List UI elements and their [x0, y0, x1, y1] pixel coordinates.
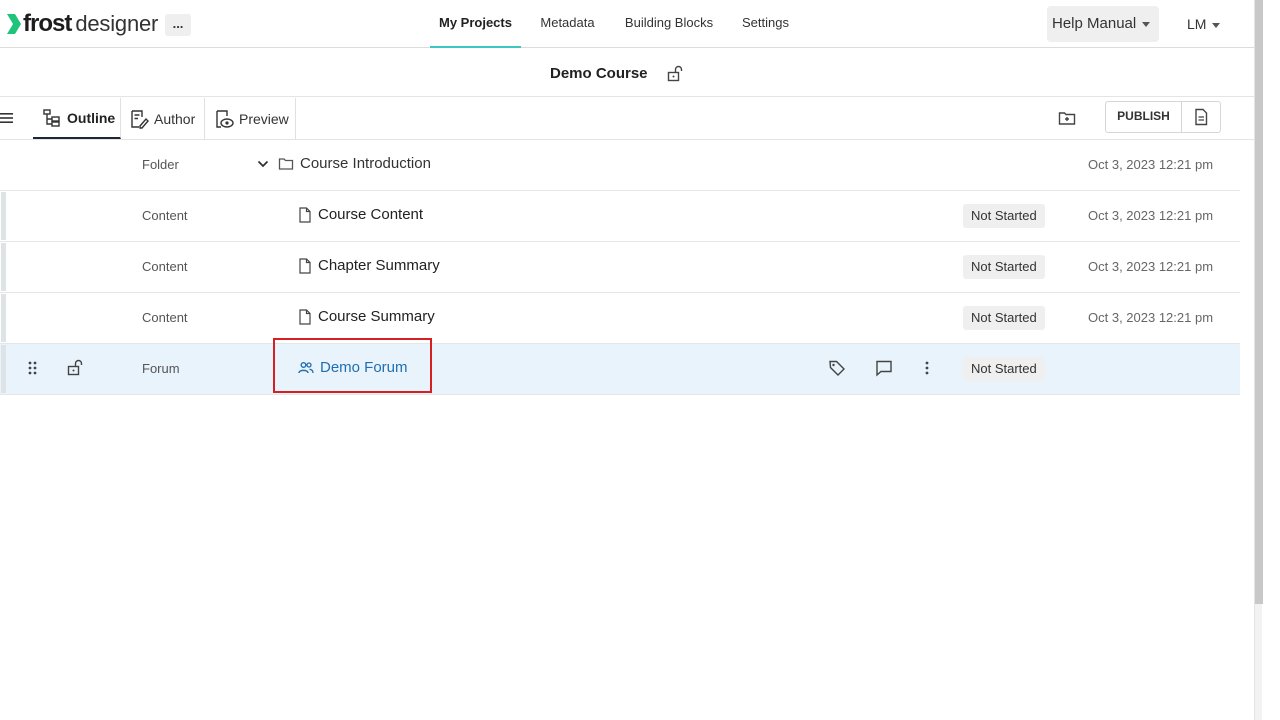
top-bar: frost designer ... My Projects Metadata …: [0, 0, 1254, 48]
frost-designer-logo[interactable]: frost designer: [6, 10, 158, 38]
page-scrollbar[interactable]: [1254, 0, 1263, 720]
tab-preview[interactable]: Preview: [205, 98, 296, 139]
unlock-icon[interactable]: [66, 359, 84, 377]
item-name[interactable]: Course Summary: [298, 308, 435, 325]
unlock-icon[interactable]: [666, 65, 684, 83]
nav-settings[interactable]: Settings: [733, 0, 798, 48]
more-vertical-icon[interactable]: [918, 359, 936, 377]
status-badge: Not Started: [963, 255, 1045, 279]
status-badge: Not Started: [963, 306, 1045, 330]
help-manual-label: Help Manual: [1052, 15, 1137, 32]
help-manual-dropdown[interactable]: Help Manual: [1047, 6, 1159, 42]
item-name-label: Course Introduction: [300, 155, 431, 172]
tab-outline-label: Outline: [67, 109, 116, 126]
course-title: Demo Course: [550, 65, 648, 82]
user-initials: LM: [1187, 16, 1207, 32]
outline-row-forum[interactable]: Forum Demo Forum Not Started: [0, 344, 1240, 395]
chevron-down-icon[interactable]: [256, 157, 270, 171]
scrollbar-thumb[interactable]: [1255, 0, 1263, 604]
tab-preview-label: Preview: [239, 110, 289, 127]
more-options-button[interactable]: ...: [165, 14, 191, 36]
folder-add-icon[interactable]: [1058, 109, 1076, 127]
nav-metadata[interactable]: Metadata: [531, 0, 604, 48]
logo-text-bold: frost: [23, 10, 72, 37]
outline-row-content[interactable]: Content Chapter Summary Not Started Oct …: [0, 242, 1240, 293]
caret-down-icon: [1142, 21, 1151, 27]
outline-row-content[interactable]: Content Course Content Not Started Oct 3…: [0, 191, 1240, 242]
tab-author[interactable]: Author: [121, 98, 205, 139]
publish-group: PUBLISH: [1105, 101, 1221, 133]
tab-author-label: Author: [154, 110, 196, 127]
item-name-label: Course Summary: [318, 308, 435, 325]
item-type: Content: [142, 310, 188, 325]
outline-list: Folder Course Introduction Oct 3, 2023 1…: [0, 140, 1240, 395]
outline-row-content[interactable]: Content Course Summary Not Started Oct 3…: [0, 293, 1240, 344]
item-date: Oct 3, 2023 12:21 pm: [1088, 310, 1214, 325]
item-type: Content: [142, 208, 188, 223]
highlight-box: [273, 338, 432, 393]
file-icon: [299, 308, 311, 325]
comment-icon[interactable]: [875, 359, 893, 377]
file-icon: [299, 257, 311, 274]
publish-button[interactable]: PUBLISH: [1106, 102, 1182, 132]
logo-chevron-icon: [7, 14, 21, 34]
item-name[interactable]: Chapter Summary: [298, 257, 440, 274]
item-date: Oct 3, 2023 12:21 pm: [1088, 157, 1214, 172]
nav-my-projects[interactable]: My Projects: [430, 0, 521, 48]
menu-icon[interactable]: [0, 110, 14, 126]
view-toolbar: Outline Author Preview PUBLISH: [0, 98, 1254, 140]
folder-icon: [278, 157, 294, 170]
author-edit-icon: [131, 109, 149, 129]
document-icon: [1195, 108, 1208, 126]
status-badge: Not Started: [963, 204, 1045, 228]
tag-icon[interactable]: [828, 359, 846, 377]
item-date: Oct 3, 2023 12:21 pm: [1088, 208, 1214, 223]
course-title-bar: Demo Course: [0, 49, 1254, 97]
user-menu-dropdown[interactable]: LM: [1187, 6, 1221, 42]
file-icon: [299, 206, 311, 223]
item-type: Forum: [142, 361, 180, 376]
drag-handle-icon[interactable]: [24, 359, 42, 377]
tab-outline[interactable]: Outline: [33, 98, 121, 139]
preview-eye-icon: [216, 109, 234, 128]
status-badge: Not Started: [963, 357, 1045, 381]
nav-building-blocks[interactable]: Building Blocks: [616, 0, 722, 48]
document-button[interactable]: [1182, 102, 1220, 132]
logo-text-light: designer: [75, 11, 159, 36]
outline-tree-icon: [43, 108, 60, 127]
item-name-label: Chapter Summary: [318, 257, 440, 274]
item-name-label: Course Content: [318, 206, 424, 223]
caret-down-icon: [1212, 22, 1221, 28]
outline-row-folder[interactable]: Folder Course Introduction Oct 3, 2023 1…: [0, 140, 1240, 191]
item-type: Content: [142, 259, 188, 274]
item-name[interactable]: Course Content: [298, 206, 423, 223]
item-name[interactable]: Course Introduction: [256, 155, 431, 172]
item-date: Oct 3, 2023 12:21 pm: [1088, 259, 1214, 274]
item-type: Folder: [142, 157, 179, 172]
